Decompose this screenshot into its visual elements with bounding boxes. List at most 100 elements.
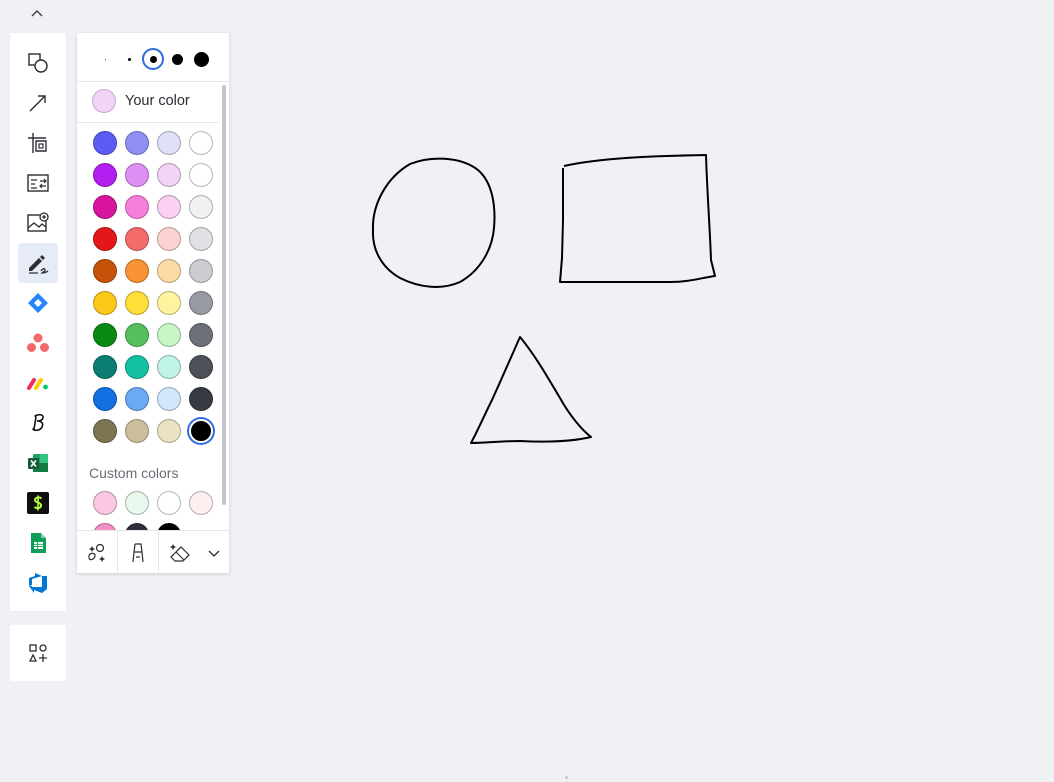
color-swatch[interactable]: [125, 355, 149, 379]
brand-tool[interactable]: [18, 403, 58, 443]
color-swatch[interactable]: [157, 419, 181, 443]
color-swatch[interactable]: [189, 387, 213, 411]
color-swatch[interactable]: [93, 355, 117, 379]
color-swatch[interactable]: [93, 387, 117, 411]
color-swatch[interactable]: [125, 323, 149, 347]
drawn-circle[interactable]: [371, 157, 496, 288]
arrow-line-icon: [29, 95, 46, 112]
your-color-swatch: [92, 89, 116, 113]
dollar-app-icon: [27, 492, 49, 514]
google-sheets-tool[interactable]: [18, 523, 58, 563]
monday-tool[interactable]: [18, 363, 58, 403]
color-swatch[interactable]: [157, 387, 181, 411]
color-swatch[interactable]: [189, 419, 213, 443]
shapes-tool[interactable]: [18, 43, 58, 83]
bottom-resize-handle[interactable]: [565, 776, 568, 779]
asana-tool[interactable]: [18, 323, 58, 363]
drawn-rectangle[interactable]: [559, 154, 716, 283]
templates-tool[interactable]: [18, 163, 58, 203]
collapse-toolbar-button[interactable]: [28, 4, 46, 22]
color-swatch[interactable]: [189, 259, 213, 283]
shapes-icon: [28, 53, 48, 73]
color-swatch[interactable]: [189, 355, 213, 379]
your-color-row[interactable]: Your color: [77, 82, 219, 123]
custom-color-swatch[interactable]: [157, 491, 181, 515]
color-swatch[interactable]: [93, 195, 117, 219]
more-tools-button[interactable]: [201, 531, 227, 573]
stroke-size-dot: [193, 51, 209, 67]
custom-color-swatch[interactable]: [93, 523, 117, 530]
highlighter-button[interactable]: [118, 531, 158, 573]
google-sheets-icon: [31, 533, 46, 553]
color-swatch[interactable]: [93, 323, 117, 347]
image-upload-tool[interactable]: [18, 203, 58, 243]
stroke-size-dot: [104, 58, 106, 60]
shape-recognition-icon: [88, 543, 105, 562]
jira-tool[interactable]: [18, 283, 58, 323]
color-swatch[interactable]: [157, 259, 181, 283]
color-swatch[interactable]: [189, 227, 213, 251]
shape-recognition-button[interactable]: [77, 531, 117, 573]
pen-tool[interactable]: [18, 243, 58, 283]
custom-color-swatch[interactable]: [189, 491, 213, 515]
color-swatch[interactable]: [93, 259, 117, 283]
pen-icon: [29, 255, 49, 274]
color-swatch[interactable]: [157, 323, 181, 347]
stroke-size-option[interactable]: [190, 48, 212, 70]
color-swatch[interactable]: [125, 131, 149, 155]
color-swatch[interactable]: [125, 227, 149, 251]
custom-color-swatch[interactable]: [157, 523, 181, 530]
dollar-app-tool[interactable]: [18, 483, 58, 523]
color-swatch[interactable]: [157, 163, 181, 187]
color-swatch[interactable]: [125, 163, 149, 187]
color-swatch[interactable]: [189, 195, 213, 219]
color-swatch[interactable]: [125, 291, 149, 315]
color-swatch[interactable]: [125, 387, 149, 411]
custom-colors-title: Custom colors: [89, 465, 179, 481]
stroke-size-option[interactable]: [94, 48, 116, 70]
color-swatch[interactable]: [93, 131, 117, 155]
monday-icon: [27, 378, 48, 390]
color-swatch[interactable]: [157, 227, 181, 251]
color-scroll-area[interactable]: Your color Custom colors: [77, 82, 219, 530]
drawn-triangle[interactable]: [470, 336, 592, 444]
stroke-size-option[interactable]: [142, 48, 164, 70]
custom-color-swatch[interactable]: [125, 523, 149, 530]
color-swatch[interactable]: [189, 131, 213, 155]
color-swatch[interactable]: [125, 195, 149, 219]
color-swatch[interactable]: [93, 163, 117, 187]
excel-tool[interactable]: [18, 443, 58, 483]
color-swatch[interactable]: [93, 419, 117, 443]
stroke-size-dot: [171, 53, 183, 65]
smart-eraser-button[interactable]: [159, 531, 201, 573]
stroke-size-option[interactable]: [166, 48, 188, 70]
color-swatch[interactable]: [93, 227, 117, 251]
frame-icon: [28, 133, 47, 153]
color-swatch[interactable]: [125, 259, 149, 283]
frame-tool[interactable]: [18, 123, 58, 163]
color-swatch[interactable]: [189, 291, 213, 315]
pen-panel-bottom-bar: [77, 530, 229, 573]
color-swatch[interactable]: [157, 355, 181, 379]
color-swatch[interactable]: [157, 195, 181, 219]
color-swatch[interactable]: [125, 419, 149, 443]
stroke-size-selector: [77, 33, 229, 82]
your-color-label: Your color: [125, 93, 190, 109]
connection-line-tool[interactable]: [18, 83, 58, 123]
asana-icon: [27, 333, 49, 352]
color-swatch[interactable]: [189, 323, 213, 347]
highlighter-icon: [132, 542, 144, 562]
custom-color-swatch[interactable]: [125, 491, 149, 515]
color-swatch[interactable]: [157, 291, 181, 315]
azure-devops-tool[interactable]: [18, 563, 58, 603]
custom-color-swatch[interactable]: [93, 491, 117, 515]
script-b-icon: [32, 413, 44, 432]
color-swatch[interactable]: [93, 291, 117, 315]
stroke-size-option[interactable]: [118, 48, 140, 70]
panel-scrollbar[interactable]: [222, 85, 226, 505]
color-swatch[interactable]: [157, 131, 181, 155]
azure-devops-icon: [29, 573, 47, 593]
stroke-size-dot: [149, 55, 157, 63]
color-swatch[interactable]: [189, 163, 213, 187]
add-apps-button[interactable]: [10, 625, 66, 681]
